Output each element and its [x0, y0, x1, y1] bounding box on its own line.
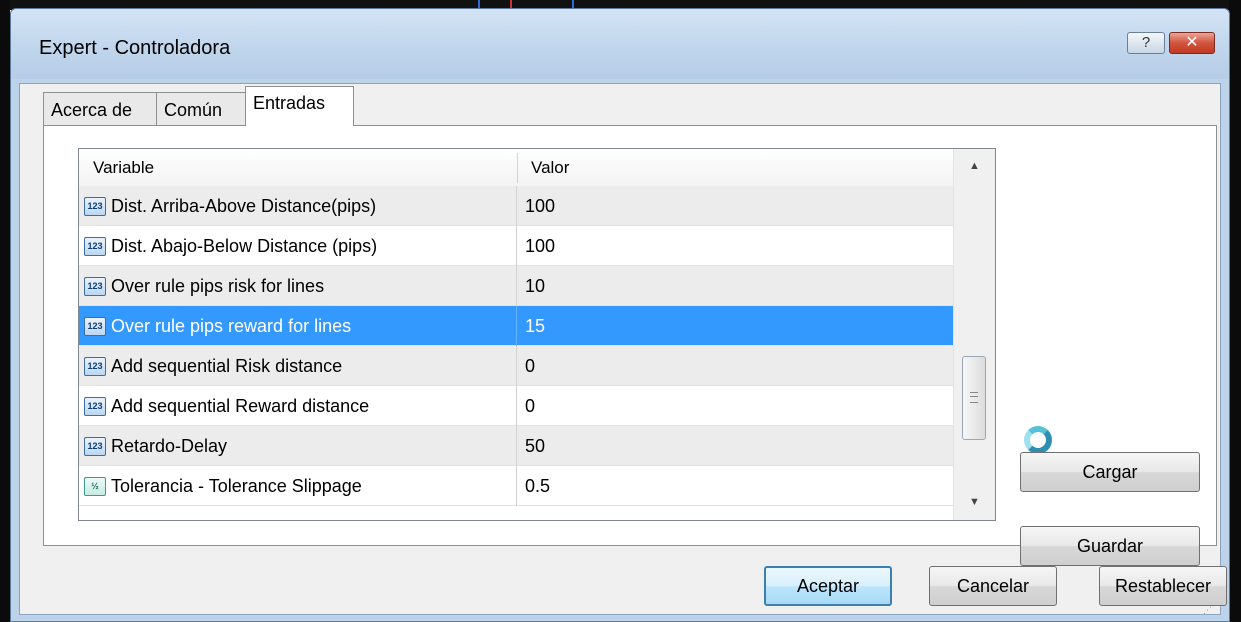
tab-acerca-de[interactable]: Acerca de [43, 92, 157, 126]
value-cell[interactable]: 50 [525, 426, 545, 466]
value-cell[interactable]: 100 [525, 186, 555, 226]
value-cell[interactable]: 0 [525, 386, 535, 426]
save-button[interactable]: Guardar [1020, 526, 1200, 566]
tab-comun[interactable]: Común [156, 92, 246, 126]
integer-icon: 123 [84, 277, 106, 296]
grid-header: Variable Valor [79, 149, 953, 187]
table-row[interactable]: 123 Dist. Abajo-Below Distance (pips) 10… [79, 226, 953, 266]
value-cell[interactable]: 0.5 [525, 466, 550, 506]
integer-icon: 123 [84, 317, 106, 336]
value-cell[interactable]: 10 [525, 266, 545, 306]
question-icon: ? [1141, 34, 1151, 51]
vertical-scrollbar[interactable]: ▲ ▼ [953, 149, 995, 520]
table-row-selected[interactable]: 123 Over rule pips reward for lines 15 [79, 306, 953, 346]
variable-name: Dist. Arriba-Above Distance(pips) [111, 196, 377, 216]
variable-name: Retardo-Delay [111, 436, 228, 456]
table-row[interactable]: ½ Tolerancia - Tolerance Slippage 0.5 [79, 466, 953, 506]
variable-name: Add sequential Reward distance [111, 396, 370, 416]
variable-cell: 123 Add sequential Risk distance [79, 346, 517, 386]
help-button[interactable]: ? [1127, 32, 1165, 54]
background-right-edge [1229, 0, 1241, 622]
variable-name: Tolerancia - Tolerance Slippage [111, 476, 362, 496]
grip-icon [970, 392, 978, 403]
variable-cell: 123 Retardo-Delay [79, 426, 517, 466]
column-header-value[interactable]: Valor [531, 149, 569, 186]
variable-cell: 123 Dist. Abajo-Below Distance (pips) [79, 226, 517, 266]
variable-name: Over rule pips risk for lines [111, 276, 325, 296]
scroll-thumb[interactable] [962, 356, 986, 440]
busy-spinner-icon [1024, 426, 1052, 454]
window-title: Expert - Controladora [39, 37, 231, 59]
dialog-body: Acerca de Común Entradas Variable Valor … [19, 83, 1227, 615]
scroll-up-arrow-icon[interactable]: ▲ [954, 149, 995, 183]
load-button[interactable]: Cargar [1020, 452, 1200, 492]
resize-grip-icon[interactable]: ⋰ [1203, 605, 1215, 617]
variable-cell: 123 Dist. Arriba-Above Distance(pips) [79, 186, 517, 226]
integer-icon: 123 [84, 357, 106, 376]
inputs-grid[interactable]: Variable Valor 123 Dist. Arriba-Above Di… [78, 148, 996, 521]
table-row[interactable]: 123 Retardo-Delay 50 [79, 426, 953, 466]
title-bar[interactable]: Expert - Controladora ? ✕ [11, 9, 1229, 79]
accept-button[interactable]: Aceptar [764, 566, 892, 606]
tab-entradas[interactable]: Entradas [245, 86, 354, 126]
variable-cell: 123 Over rule pips risk for lines [79, 266, 517, 306]
variable-name: Add sequential Risk distance [111, 356, 343, 376]
column-header-variable[interactable]: Variable [93, 149, 154, 186]
expert-dialog: Expert - Controladora ? ✕ Acerca de Comú… [10, 8, 1230, 622]
close-button[interactable]: ✕ [1169, 32, 1215, 54]
integer-icon: 123 [84, 397, 106, 416]
variable-name: Over rule pips reward for lines [111, 316, 352, 336]
value-cell[interactable]: 15 [525, 306, 545, 346]
integer-icon: 123 [84, 197, 106, 216]
integer-icon: 123 [84, 237, 106, 256]
table-row[interactable]: 123 Add sequential Reward distance 0 [79, 386, 953, 426]
cancel-button[interactable]: Cancelar [929, 566, 1057, 606]
table-row[interactable]: 123 Dist. Arriba-Above Distance(pips) 10… [79, 186, 953, 226]
reset-button[interactable]: Restablecer [1099, 566, 1227, 606]
variable-cell: 123 Add sequential Reward distance [79, 386, 517, 426]
close-icon: ✕ [1185, 34, 1199, 51]
double-icon: ½ [84, 477, 106, 496]
column-separator [517, 153, 518, 183]
value-cell[interactable]: 0 [525, 346, 535, 386]
background-left-edge [0, 0, 10, 622]
scroll-down-arrow-icon[interactable]: ▼ [954, 485, 995, 519]
integer-icon: 123 [84, 437, 106, 456]
variable-cell: 123 Over rule pips reward for lines [79, 306, 517, 346]
value-cell[interactable]: 100 [525, 226, 555, 266]
table-row[interactable]: 123 Over rule pips risk for lines 10 [79, 266, 953, 306]
table-row[interactable]: 123 Add sequential Risk distance 0 [79, 346, 953, 386]
variable-name: Dist. Abajo-Below Distance (pips) [111, 236, 378, 256]
inputs-tab-page: Variable Valor 123 Dist. Arriba-Above Di… [43, 125, 1217, 566]
variable-cell: ½ Tolerancia - Tolerance Slippage [79, 466, 517, 506]
